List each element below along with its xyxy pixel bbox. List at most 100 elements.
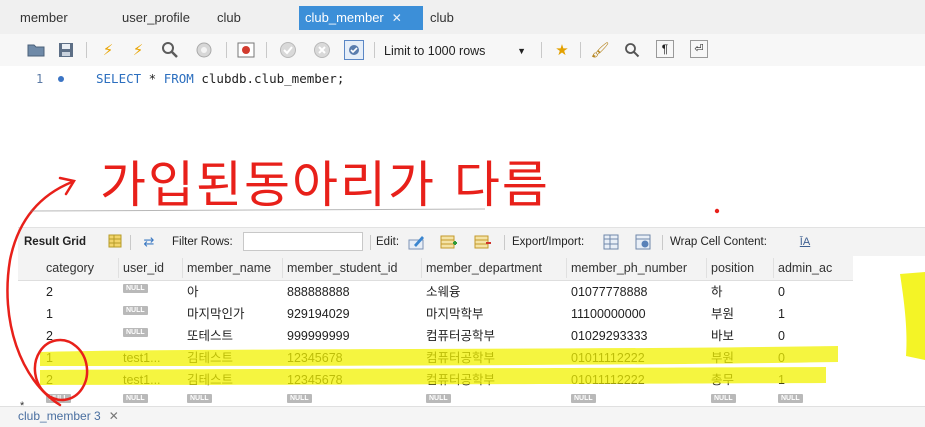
table-cell[interactable]: 1	[774, 370, 853, 390]
table-cell[interactable]: 아	[183, 282, 283, 302]
wrap-cell-icon[interactable]: ĪA	[796, 234, 814, 250]
table-cell[interactable]: 999999999	[283, 326, 422, 346]
wrap-icon[interactable]: ⏎	[690, 40, 708, 58]
table-cell[interactable]: 마지막학부	[422, 304, 567, 324]
divider-stroke	[29, 208, 486, 212]
close-icon[interactable]: ✕	[392, 11, 402, 25]
save-icon[interactable]	[56, 40, 76, 60]
table-row[interactable]: 2 NULL 아 888888888 소웨융 01077778888 하 0	[18, 282, 853, 302]
refresh-icon[interactable]: ⇄	[140, 234, 158, 250]
query-toolbar: ⚡ ⚡ Limit to 1000 rows ▼ ★ 🖌 ¶ ⏎	[0, 34, 925, 66]
table-cell[interactable]: 01011112222	[567, 348, 707, 368]
tab-club[interactable]: club	[211, 8, 247, 28]
tab-club-2[interactable]: club	[424, 8, 460, 28]
toggle-output-icon[interactable]	[236, 40, 256, 60]
table-cell[interactable]: 총무	[707, 370, 774, 390]
table-cell[interactable]: 0	[774, 326, 853, 346]
table-cell[interactable]: 바보	[707, 326, 774, 346]
column-header[interactable]: member_ph_number	[567, 258, 707, 278]
table-cell[interactable]: test1...	[119, 370, 183, 390]
result-grid[interactable]: category user_id member_name member_stud…	[18, 256, 853, 412]
table-cell[interactable]: 소웨융	[422, 282, 567, 302]
table-cell[interactable]: NULL	[119, 326, 183, 346]
table-cell[interactable]: 12345678	[283, 348, 422, 368]
table-cell[interactable]: test1...	[119, 348, 183, 368]
null-badge: NULL	[571, 394, 596, 403]
column-header[interactable]: member_student_id	[283, 258, 422, 278]
column-header[interactable]: position	[707, 258, 774, 278]
column-header[interactable]: admin_ac	[774, 258, 853, 278]
tab-user-profile[interactable]: user_profile	[116, 8, 196, 28]
null-badge: NULL	[123, 328, 148, 337]
delete-row-icon[interactable]	[474, 234, 492, 250]
table-cell[interactable]: 2	[42, 326, 119, 346]
table-cell[interactable]: 컴퓨터공학부	[422, 326, 567, 346]
table-cell[interactable]: 1	[42, 348, 119, 368]
find-replace-icon[interactable]: 🖌	[590, 40, 610, 60]
table-cell[interactable]: 하	[707, 282, 774, 302]
table-cell[interactable]: 929194029	[283, 304, 422, 324]
execute-icon[interactable]: ⚡	[98, 40, 118, 60]
rollback-icon[interactable]	[312, 40, 332, 60]
table-cell[interactable]: 김테스트	[183, 370, 283, 390]
table-cell[interactable]: 2	[42, 282, 119, 302]
table-cell[interactable]: 1	[774, 304, 853, 324]
table-cell[interactable]: 01077778888	[567, 282, 707, 302]
table-cell[interactable]: NULL	[119, 282, 183, 302]
stop-icon[interactable]	[194, 40, 214, 60]
table-cell[interactable]: 컴퓨터공학부	[422, 348, 567, 368]
column-header[interactable]: user_id	[119, 258, 183, 278]
table-row[interactable]: 1 NULL 마지막인가 929194029 마지막학부 11100000000 부원 1	[18, 304, 853, 324]
insert-row-icon[interactable]	[440, 234, 458, 250]
table-cell[interactable]: 부원	[707, 304, 774, 324]
import-icon[interactable]	[634, 234, 652, 250]
table-cell[interactable]: 부원	[707, 348, 774, 368]
autocommit-icon[interactable]	[344, 40, 364, 60]
table-cell[interactable]: NULL	[119, 304, 183, 324]
find-icon[interactable]	[622, 40, 642, 60]
table-cell[interactable]: 01011112222	[567, 370, 707, 390]
result-grid-label[interactable]: Result Grid	[24, 228, 86, 256]
table-row[interactable]: 1 test1... 김테스트 12345678 컴퓨터공학부 01011112222 부원…	[18, 348, 853, 368]
sql-editor[interactable]: 1 SELECT * FROM clubdb.club_member;	[0, 66, 925, 206]
annotation-dot	[714, 208, 720, 214]
table-cell[interactable]: 888888888	[283, 282, 422, 302]
explain-icon[interactable]	[160, 40, 180, 60]
sql-statement[interactable]: SELECT * FROM clubdb.club_member;	[96, 71, 344, 86]
table-row[interactable]: 2 NULL 또테스트 999999999 컴퓨터공학부 01029293333 바보 0	[18, 326, 853, 346]
tab-label: club	[217, 10, 241, 25]
table-cell[interactable]: 1	[42, 304, 119, 324]
tab-member[interactable]: member	[14, 8, 74, 28]
result-tab-label: club_member 3	[18, 409, 101, 423]
table-row[interactable]: 2 test1... 김테스트 12345678 컴퓨터공학부 01011112222 총무…	[18, 370, 853, 390]
open-folder-icon[interactable]	[26, 40, 46, 60]
table-cell[interactable]: 11100000000	[567, 304, 707, 324]
column-header[interactable]: member_name	[183, 258, 283, 278]
table-cell[interactable]: 2	[42, 370, 119, 390]
editor-tab-bar: member user_profile club club_member ✕ cl…	[0, 0, 925, 35]
table-cell[interactable]: 컴퓨터공학부	[422, 370, 567, 390]
table-cell[interactable]: 01029293333	[567, 326, 707, 346]
column-header[interactable]: member_department	[422, 258, 567, 278]
filter-rows-input[interactable]	[243, 232, 363, 251]
tab-club-member[interactable]: club_member ✕	[299, 6, 423, 30]
close-icon[interactable]: ✕	[109, 409, 119, 423]
grid-view-icon[interactable]	[106, 234, 124, 250]
commit-icon[interactable]	[278, 40, 298, 60]
limit-rows-select[interactable]: Limit to 1000 rows ▼	[384, 41, 534, 61]
column-header[interactable]: category	[42, 258, 119, 278]
beautify-icon[interactable]: ★	[552, 40, 572, 60]
grid-header: category user_id member_name member_stud…	[18, 256, 853, 281]
table-cell[interactable]: 0	[774, 282, 853, 302]
edit-row-icon[interactable]	[408, 234, 426, 250]
table-cell[interactable]: 12345678	[283, 370, 422, 390]
table-cell[interactable]: 마지막인가	[183, 304, 283, 324]
execute-current-icon[interactable]: ⚡	[128, 40, 148, 60]
invisible-chars-icon[interactable]: ¶	[656, 40, 674, 58]
result-tab[interactable]: club_member 3 ✕	[18, 409, 119, 423]
table-cell[interactable]: 0	[774, 348, 853, 368]
table-cell[interactable]: 또테스트	[183, 326, 283, 346]
table-cell[interactable]: 김테스트	[183, 348, 283, 368]
export-icon[interactable]	[602, 234, 620, 250]
null-badge: NULL	[123, 306, 148, 315]
